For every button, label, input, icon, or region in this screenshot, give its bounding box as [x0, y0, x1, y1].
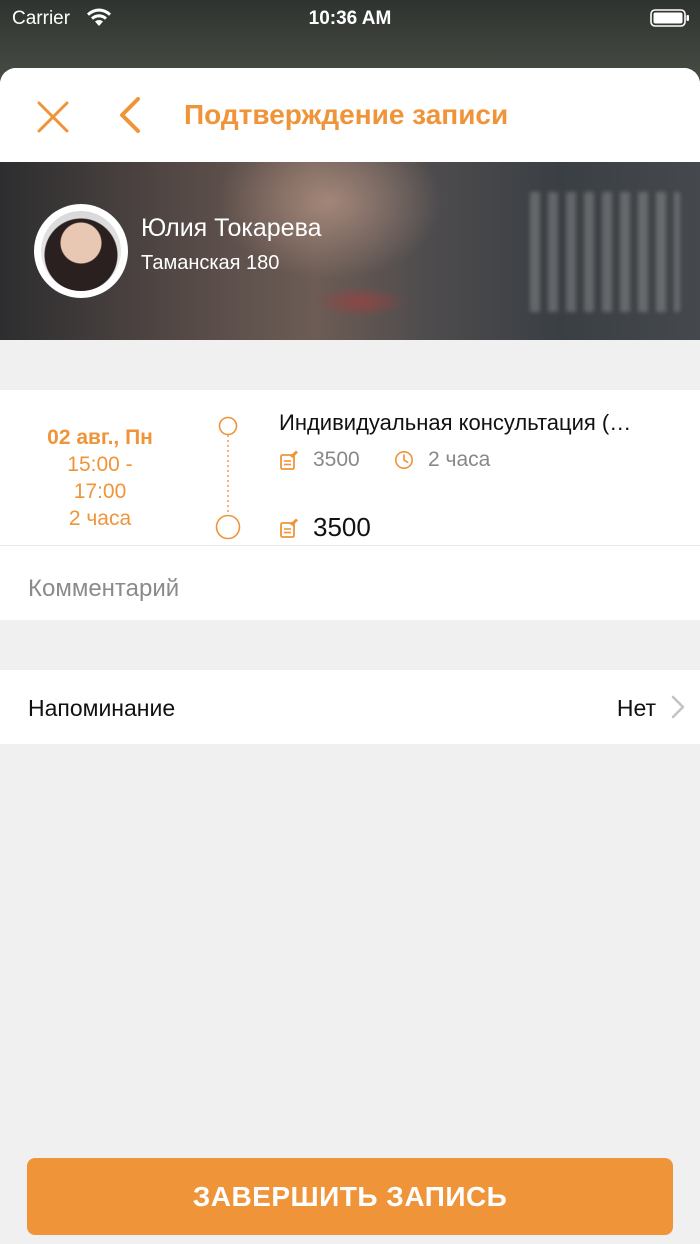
reminder-label: Напоминание — [28, 695, 176, 721]
close-icon[interactable] — [30, 96, 74, 140]
status-time: 10:36 AM — [308, 8, 392, 29]
reminder-value: Нет — [616, 695, 656, 721]
chevron-right-icon — [671, 695, 685, 719]
booking-time-end: 17:00 — [73, 480, 127, 503]
price-tag-icon — [280, 518, 298, 538]
booking-datetime: 02 авг., Пн 15:00 - 17:00 2 часа — [0, 424, 200, 532]
booking-confirmation-sheet: Подтверждение записи Юлия Токарева Таман… — [0, 68, 700, 1244]
background-photo — [530, 192, 680, 312]
service-price: 3500 — [279, 448, 360, 472]
avatar — [34, 204, 128, 298]
booking-duration: 2 часа — [68, 507, 132, 530]
specialist-address: Таманская 180 — [141, 252, 280, 274]
screen: Carrier 10:36 AM Подтверждение записи Юл… — [0, 0, 700, 1244]
service-name: Индивидуальная консультация (… — [279, 410, 632, 435]
battery-icon — [650, 9, 689, 27]
specialist-header: Юлия Токарева Таманская 180 — [0, 162, 700, 340]
booking-card: 02 авг., Пн 15:00 - 17:00 2 часа Индивид… — [0, 390, 700, 545]
specialist-name: Юлия Токарева — [141, 214, 322, 242]
comment-placeholder: Комментарий — [28, 575, 180, 602]
booking-time-start: 15:00 - — [67, 453, 133, 476]
timeline-icon — [215, 416, 241, 540]
service-duration-value: 2 часа — [428, 448, 491, 471]
chevron-left-icon[interactable] — [116, 94, 150, 138]
service-duration: 2 часа — [394, 448, 490, 472]
service-price-value: 3500 — [313, 448, 360, 471]
price-tag-icon — [280, 450, 298, 470]
clock-icon — [395, 451, 413, 469]
finish-booking-button[interactable]: ЗАВЕРШИТЬ ЗАПИСЬ — [27, 1158, 673, 1235]
navigation-bar: Подтверждение записи — [0, 68, 700, 162]
status-bar: Carrier 10:36 AM — [0, 0, 700, 36]
reminder-row[interactable]: Напоминание Нет — [0, 670, 700, 744]
comment-field[interactable]: Комментарий — [0, 545, 700, 620]
booking-total: 3500 — [279, 512, 371, 543]
total-price-value: 3500 — [313, 512, 371, 542]
avatar-photo — [41, 211, 121, 291]
page-title: Подтверждение записи — [184, 99, 509, 130]
booking-date: 02 авг., Пн — [47, 426, 153, 449]
